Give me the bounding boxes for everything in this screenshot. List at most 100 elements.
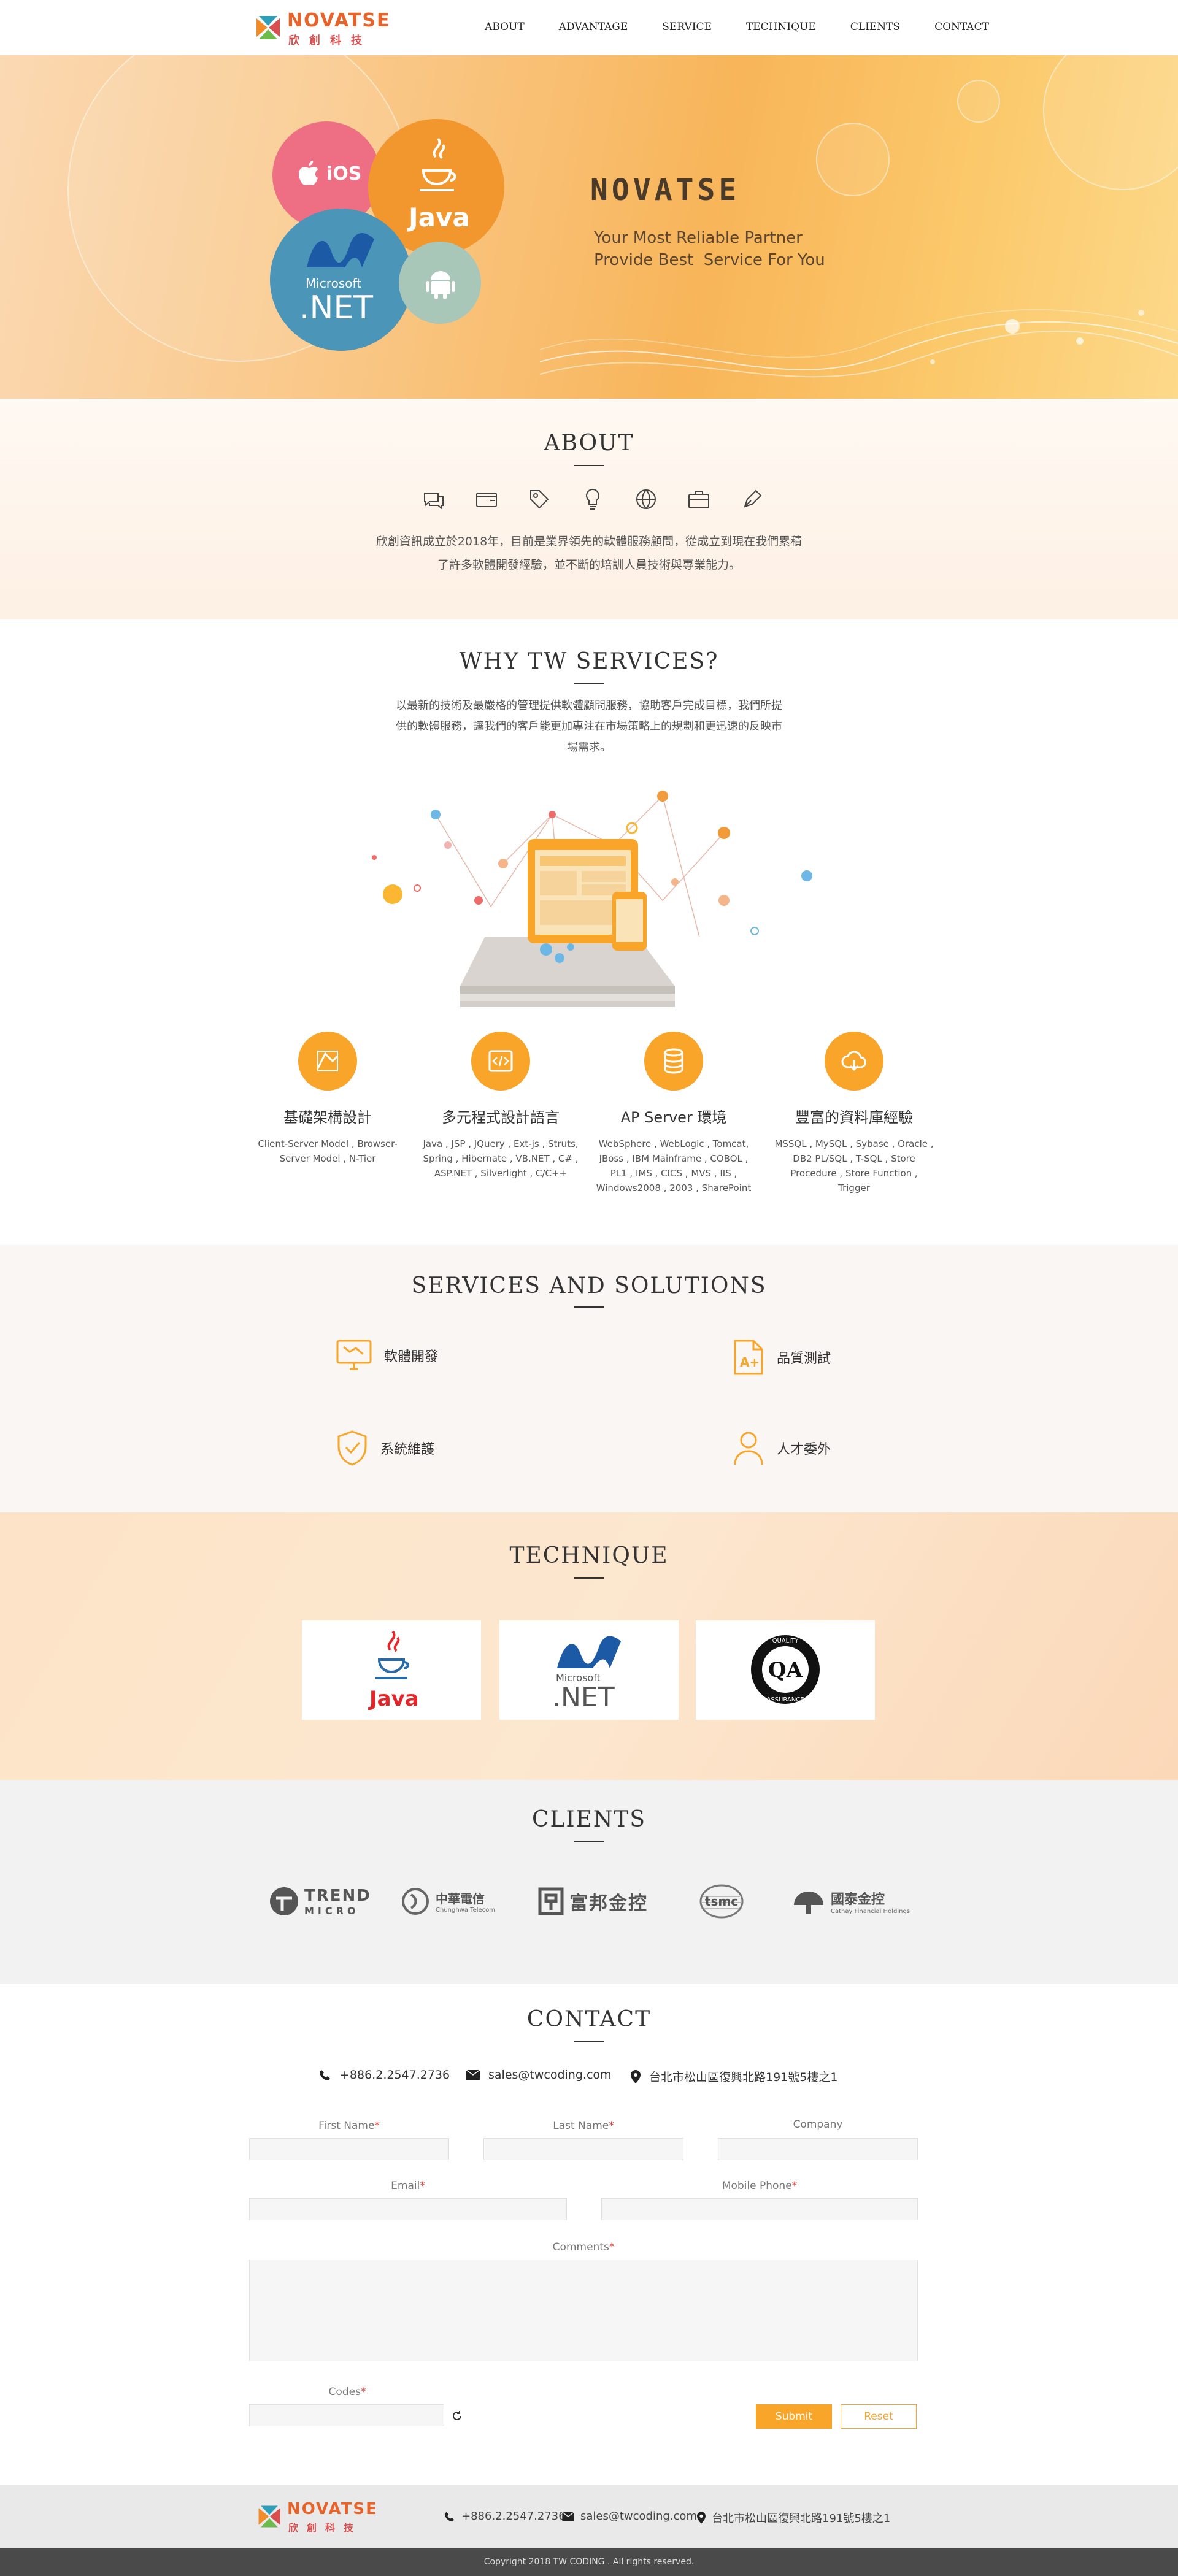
- last-name-label: Last Name*: [553, 2120, 614, 2132]
- svg-text:QUALITY: QUALITY: [772, 1638, 799, 1644]
- company-input[interactable]: [718, 2138, 918, 2160]
- map-pin-icon: [631, 2069, 641, 2083]
- submit-button[interactable]: Submit: [756, 2404, 832, 2429]
- trend-micro-logo-icon: [270, 1887, 298, 1915]
- feature-architecture: 基礎架構設計 Client-Server Model , Browser-Ser…: [248, 1032, 407, 1166]
- ios-label: iOS: [326, 163, 362, 185]
- title-divider: [574, 2041, 604, 2042]
- brand-name-cn: 欣創科技: [288, 34, 372, 47]
- service-label: 軟體開發: [384, 1349, 439, 1365]
- briefcase-icon: [687, 487, 711, 512]
- top-navbar: NOVATSE 欣創科技 ABOUT ADVANTAGE SERVICE TEC…: [0, 0, 1178, 55]
- client-name: 富邦金控: [569, 1893, 648, 1914]
- wallet-icon: [474, 487, 499, 512]
- last-name-input[interactable]: [483, 2138, 683, 2160]
- phone-icon: [444, 2512, 455, 2521]
- feature-title: 豐富的資料庫經驗: [795, 1109, 913, 1126]
- comments-label: Comments*: [552, 2241, 615, 2253]
- person-icon: [734, 1432, 763, 1465]
- nav-item-contact[interactable]: CONTACT: [934, 21, 989, 33]
- services-section: SERVICES AND SOLUTIONS 軟體開發 A+ 品質測試 系統維護…: [0, 1245, 1178, 1512]
- java-cup-icon: [420, 137, 456, 191]
- footer-email[interactable]: sales@twcoding.com: [562, 2510, 697, 2523]
- clients-section: CLIENTS TREND MICRO 中華電信 Chunghwa Teleco…: [0, 1780, 1178, 1984]
- fubon-logo-icon: [538, 1887, 564, 1915]
- footer-brand-name: NOVATSE: [287, 2500, 378, 2518]
- cloud-feature-icon: [825, 1032, 884, 1091]
- dotnet-logo-text: .NET: [552, 1682, 615, 1713]
- contact-phone[interactable]: +886.2.2547.2736: [319, 2068, 450, 2082]
- nav-item-clients[interactable]: CLIENTS: [850, 21, 900, 33]
- client-logo-tsmc: tsmc: [697, 1883, 746, 1920]
- cathay-tree-icon: [794, 1892, 823, 1914]
- client-logo-chunghwa: 中華電信 Chunghwa Telecom: [400, 1883, 495, 1920]
- codes-input[interactable]: [249, 2404, 444, 2426]
- dotnet-badge: Microsoft .NET: [270, 209, 412, 351]
- hero-banner: iOS Java Microsoft .NET NOVATSE Your Mos…: [0, 55, 1178, 399]
- logo-mark-icon: [258, 2505, 280, 2528]
- hero-line-2: Provide Best Service For You: [594, 251, 825, 269]
- nav-item-about[interactable]: ABOUT: [485, 21, 525, 33]
- bulb-icon: [580, 487, 605, 512]
- hero-subtitle: Your Most Reliable Partner Provide Best …: [594, 227, 825, 271]
- java-logo-text: Java: [369, 1687, 419, 1711]
- main-menu: ABOUT ADVANTAGE SERVICE TECHNIQUE CLIENT…: [485, 21, 1023, 33]
- shield-check-icon: [337, 1430, 367, 1466]
- pen-icon: [740, 487, 764, 512]
- reset-button[interactable]: Reset: [841, 2404, 917, 2429]
- service-software-dev[interactable]: 軟體開發: [335, 1338, 438, 1373]
- contact-section: CONTACT +886.2.2547.2736 sales@twcoding.…: [0, 1984, 1178, 2485]
- nav-item-advantage[interactable]: ADVANTAGE: [559, 21, 628, 33]
- brand-logo[interactable]: NOVATSE 欣創科技: [253, 9, 394, 47]
- nav-item-service[interactable]: SERVICE: [662, 21, 712, 33]
- feature-title: 基礎架構設計: [283, 1109, 372, 1126]
- dotnet-small-label: Microsoft: [306, 276, 362, 291]
- android-badge: [399, 242, 481, 324]
- svg-text:A+: A+: [740, 1355, 760, 1370]
- service-maintenance[interactable]: 系統維護: [335, 1429, 434, 1467]
- contact-email-text: sales@twcoding.com: [488, 2068, 612, 2082]
- why-title: WHY TW SERVICES?: [459, 649, 719, 674]
- android-icon: [426, 271, 455, 299]
- footer: NOVATSE 欣創科技 +886.2.2547.2736 sales@twco…: [0, 2485, 1178, 2548]
- why-text: 以最新的技術及最嚴格的管理提供軟體顧問服務，協助客戶完成目標，我們所提供的軟體服…: [396, 699, 782, 754]
- refresh-captcha-icon[interactable]: [452, 2410, 463, 2421]
- comments-textarea[interactable]: [249, 2260, 918, 2361]
- hero-bubble: [1043, 55, 1178, 190]
- nav-item-technique[interactable]: TECHNIQUE: [746, 21, 816, 33]
- tech-card-dotnet: Microsoft .NET: [499, 1620, 679, 1720]
- hero-bubble: [957, 80, 1000, 123]
- email-input[interactable]: [249, 2198, 567, 2220]
- first-name-label: First Name*: [318, 2120, 380, 2132]
- java-logo-icon: [375, 1630, 409, 1679]
- chat-icon: [421, 487, 445, 512]
- monitor-icon: [336, 1340, 372, 1370]
- map-pin-icon: [697, 2512, 706, 2524]
- copyright-bar: Copyright 2018 TW CODING . All rights re…: [0, 2548, 1178, 2576]
- tag-icon: [527, 487, 552, 512]
- contact-email[interactable]: sales@twcoding.com: [466, 2068, 612, 2082]
- feature-title: AP Server 環境: [620, 1109, 727, 1126]
- hero-wave-lines: [540, 309, 1178, 378]
- contact-address: 台北市松山區復興北路191號5樓之1: [631, 2068, 837, 2085]
- first-name-input[interactable]: [249, 2138, 449, 2160]
- mobile-input[interactable]: [601, 2198, 918, 2220]
- brand-name: NOVATSE: [287, 10, 391, 31]
- chunghwa-logo-icon: [402, 1888, 429, 1915]
- service-label: 人才委外: [777, 1442, 831, 1457]
- client-name: 中華電信: [436, 1892, 485, 1906]
- footer-logo[interactable]: NOVATSE 欣創科技: [255, 2499, 384, 2536]
- feature-title: 多元程式設計語言: [442, 1109, 560, 1126]
- codes-label: Codes*: [328, 2386, 366, 2398]
- client-name: 國泰金控: [831, 1892, 885, 1907]
- service-qa-testing[interactable]: A+ 品質測試: [731, 1338, 831, 1376]
- globe-icon: [634, 487, 658, 512]
- feature-ap-server: AP Server 環境 WebSphere , WebLogic , Tomc…: [594, 1032, 753, 1195]
- about-title: ABOUT: [544, 431, 634, 456]
- footer-phone[interactable]: +886.2.2547.2736: [444, 2510, 566, 2523]
- service-outsourcing[interactable]: 人才委外: [731, 1429, 831, 1467]
- tech-card-java: Java: [302, 1620, 481, 1720]
- client-name: TREND: [304, 1886, 371, 1905]
- tech-card-qa: QA QUALITY ASSURANCE: [696, 1620, 875, 1720]
- grade-document-icon: A+: [734, 1340, 763, 1375]
